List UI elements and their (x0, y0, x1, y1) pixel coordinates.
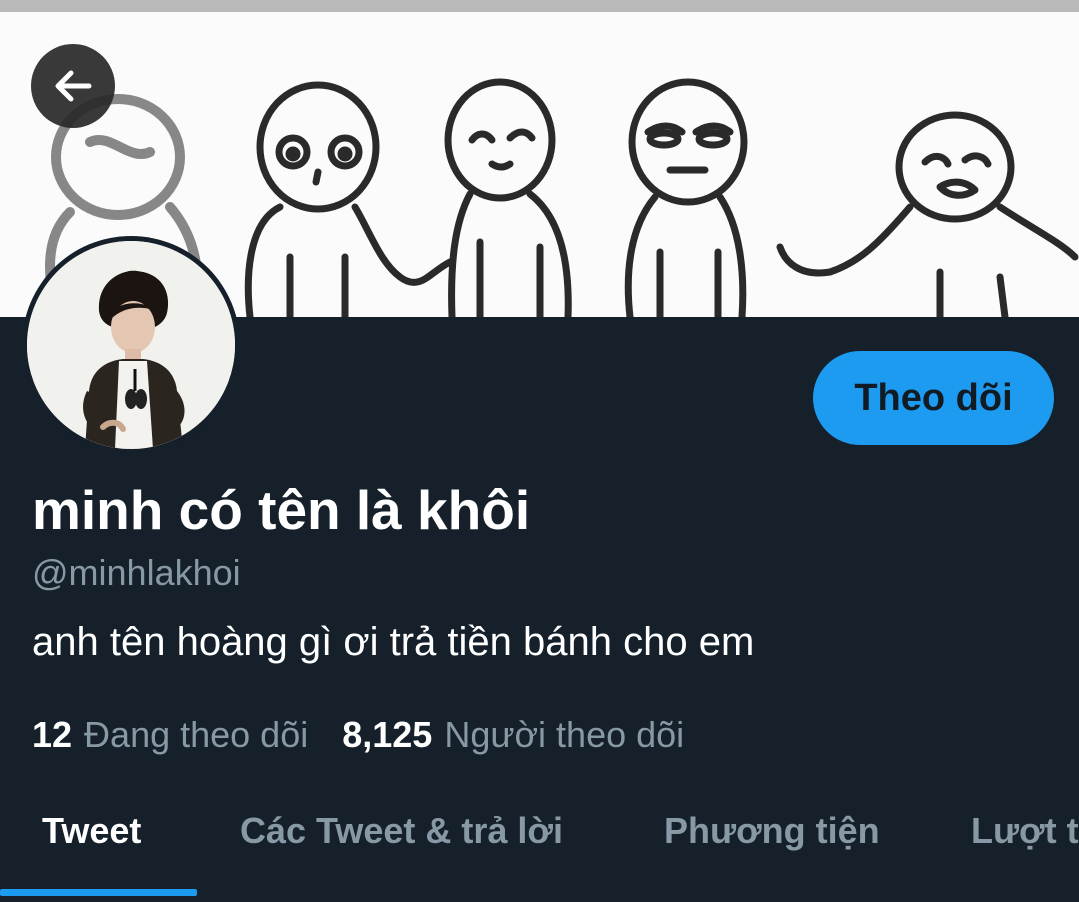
profile-stats: 12 Đang theo dõi 8,125 Người theo dõi (32, 714, 684, 756)
tab-tweets[interactable]: Tweet (42, 810, 141, 852)
top-strip (0, 0, 1079, 12)
active-tab-indicator (0, 889, 197, 896)
profile-avatar[interactable] (22, 236, 240, 454)
tab-media[interactable]: Phương tiện (664, 810, 880, 852)
follow-button[interactable]: Theo dõi (813, 351, 1054, 445)
followers-label: Người theo dõi (444, 714, 685, 755)
bio: anh tên hoàng gì ơi trả tiền bánh cho em (32, 620, 755, 664)
avatar-illustration (27, 241, 235, 449)
avatar-photo (27, 241, 235, 449)
tab-tweets-and-replies[interactable]: Các Tweet & trả lời (240, 810, 563, 852)
arrow-left-icon (55, 70, 92, 102)
followers-count: 8,125 (342, 714, 433, 755)
display-name: minh có tên là khôi (32, 479, 531, 541)
followers-stat[interactable]: 8,125 Người theo dõi (342, 714, 684, 756)
back-button[interactable] (31, 44, 115, 128)
handle: @minhlakhoi (32, 552, 241, 593)
following-label: Đang theo dõi (84, 714, 309, 755)
profile-tabs: Tweet Các Tweet & trả lời Phương tiện Lư… (0, 795, 1079, 902)
following-stat[interactable]: 12 Đang theo dõi (32, 714, 308, 756)
following-count: 12 (32, 714, 73, 755)
tab-likes[interactable]: Lượt thích (971, 810, 1079, 852)
